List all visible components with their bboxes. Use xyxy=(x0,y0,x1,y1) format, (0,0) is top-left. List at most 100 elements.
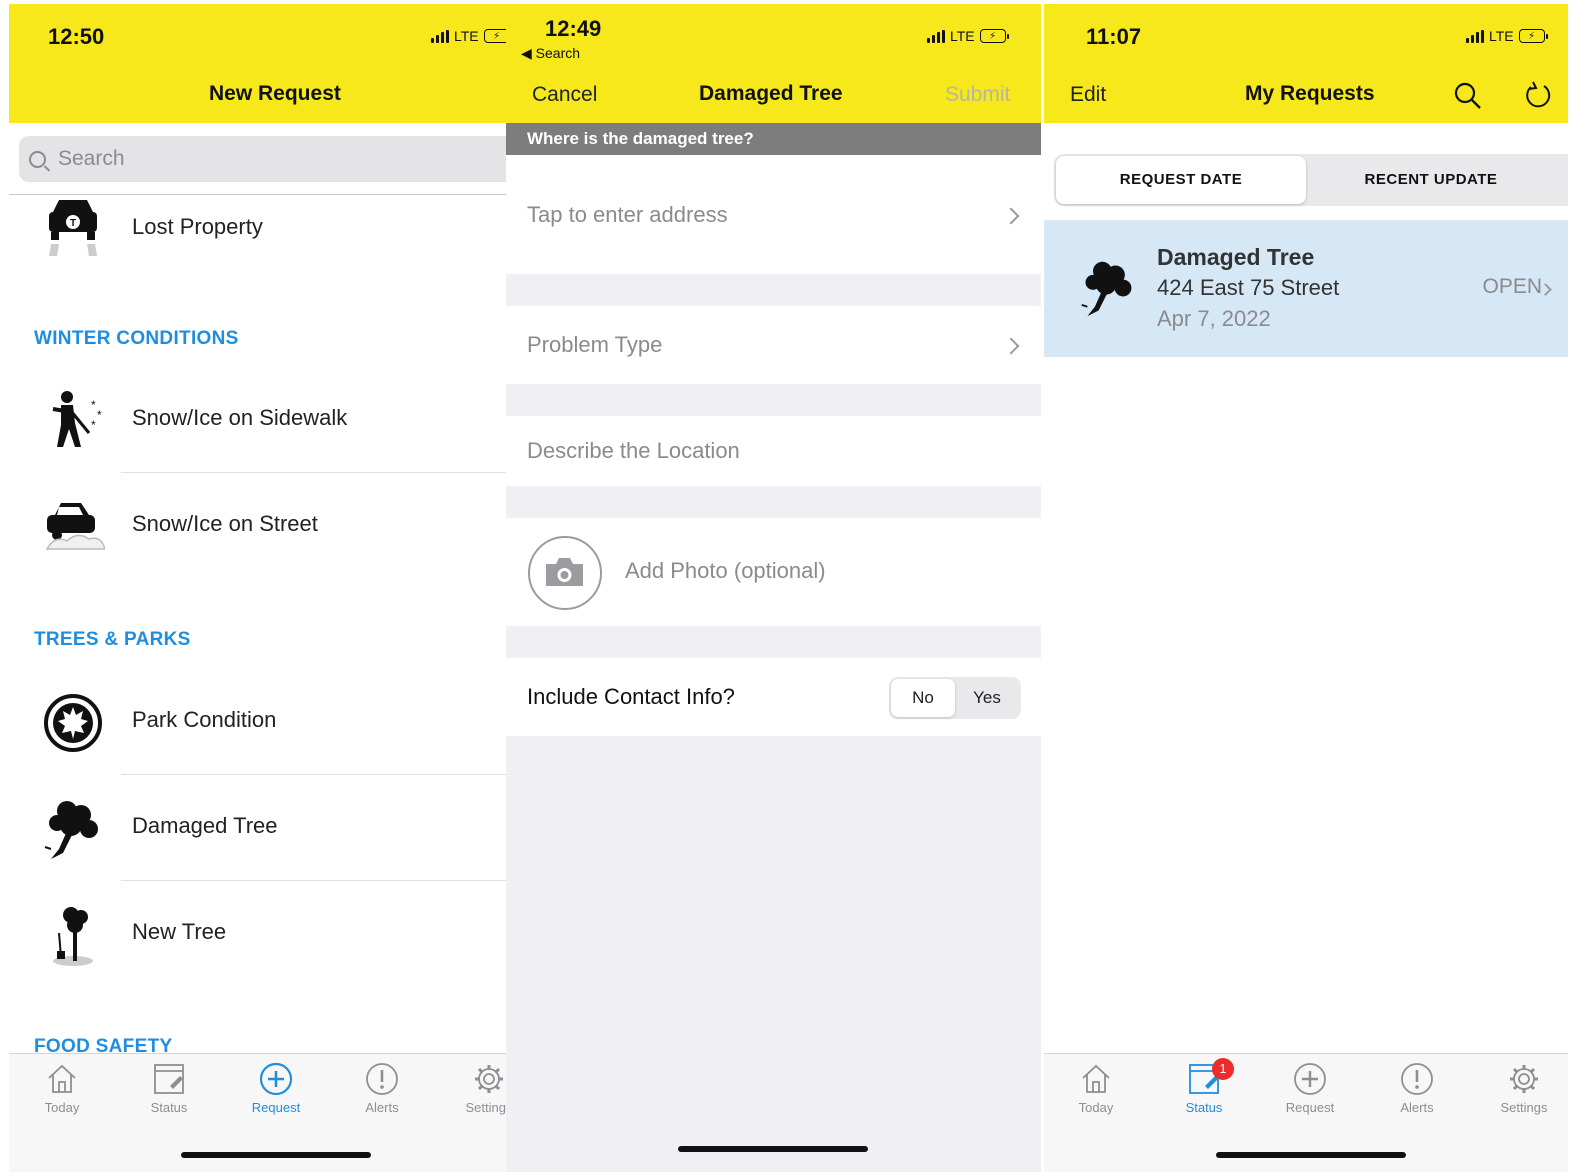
describe-location-field[interactable]: Describe the Location xyxy=(506,416,1041,486)
my-requests-screen: 11:07 LTE ⚡ Edit My Requests REQUEST DAT… xyxy=(1044,4,1568,1172)
battery-icon: ⚡ xyxy=(483,29,506,43)
gear-icon xyxy=(1510,1065,1538,1093)
nav-header: 12:49 ◀ Search LTE ⚡ Cancel Damaged Tree… xyxy=(506,4,1041,123)
parks-leaf-icon xyxy=(44,694,102,752)
damaged-tree-form-screen: 12:49 ◀ Search LTE ⚡ Cancel Damaged Tree… xyxy=(506,4,1041,1172)
alert-icon xyxy=(366,1063,398,1095)
svg-text:T: T xyxy=(70,218,76,229)
tab-request[interactable]: Request xyxy=(236,1062,316,1115)
contact-toggle[interactable]: No Yes xyxy=(889,677,1021,719)
tab-label: Request xyxy=(1285,1100,1335,1115)
svg-text:*: * xyxy=(91,398,96,412)
request-date: Apr 7, 2022 xyxy=(1157,306,1271,331)
list-item-lost-property[interactable]: T Lost Property xyxy=(9,172,506,278)
add-circle-icon xyxy=(259,1062,293,1096)
tab-label: Request xyxy=(251,1100,301,1115)
tab-label: Alerts xyxy=(1400,1100,1434,1115)
item-label: Snow/Ice on Street xyxy=(132,511,318,536)
battery-icon: ⚡ xyxy=(1518,29,1548,43)
back-to-search-link[interactable]: ◀ Search xyxy=(521,45,580,62)
contact-yes-option[interactable]: Yes xyxy=(955,679,1019,717)
search-placeholder: Search xyxy=(58,147,125,170)
camera-icon xyxy=(546,558,583,586)
tab-bar: Today Status Request Alerts Settings xyxy=(9,1053,506,1172)
notification-badge: 1 xyxy=(1212,1058,1234,1080)
shoveling-person-icon: * * * xyxy=(52,391,102,447)
status-indicators: LTE ⚡ xyxy=(1466,28,1548,44)
network-label: LTE xyxy=(1489,28,1514,44)
request-address: 424 East 75 Street xyxy=(1157,275,1340,300)
item-label: Park Condition xyxy=(132,707,277,732)
list-item-snow-sidewalk[interactable]: * * * Snow/Ice on Sidewalk xyxy=(9,367,506,473)
list-item-damaged-tree[interactable]: Damaged Tree xyxy=(9,775,506,881)
tab-today[interactable]: Today xyxy=(1056,1062,1136,1115)
signal-icon xyxy=(1466,29,1484,43)
status-time: 12:50 xyxy=(48,24,105,49)
add-photo-button[interactable]: Add Photo (optional) xyxy=(506,518,1041,626)
page-title: My Requests xyxy=(1245,82,1375,105)
request-row[interactable]: Damaged Tree 424 East 75 Street Apr 7, 2… xyxy=(1044,220,1568,357)
item-label: Lost Property xyxy=(132,214,263,239)
sort-segmented-control[interactable]: REQUEST DATE RECENT UPDATE xyxy=(1054,154,1568,206)
status-time: 11:07 xyxy=(1086,24,1142,49)
cancel-button[interactable]: Cancel xyxy=(532,83,597,107)
home-icon xyxy=(1082,1064,1110,1093)
nav-header: 11:07 LTE ⚡ Edit My Requests xyxy=(1044,4,1568,123)
page-title: Damaged Tree xyxy=(699,82,843,105)
address-field[interactable]: Tap to enter address xyxy=(506,155,1041,274)
add-photo-label: Add Photo (optional) xyxy=(625,558,826,583)
signal-icon xyxy=(927,29,945,43)
tab-alerts[interactable]: Alerts xyxy=(342,1062,422,1115)
add-circle-icon xyxy=(1294,1063,1326,1095)
contact-no-option[interactable]: No xyxy=(891,679,955,717)
sort-recent-update[interactable]: RECENT UPDATE xyxy=(1306,156,1556,204)
address-placeholder: Tap to enter address xyxy=(527,202,728,227)
tab-request[interactable]: Request xyxy=(1270,1062,1350,1115)
section-header-winter: WINTER CONDITIONS xyxy=(34,328,239,349)
describe-location-placeholder: Describe the Location xyxy=(527,438,740,463)
new-tree-icon xyxy=(53,907,93,966)
tab-label: Status xyxy=(1185,1100,1223,1115)
camera-button[interactable] xyxy=(528,536,602,610)
item-label: Snow/Ice on Sidewalk xyxy=(132,405,348,430)
tab-label: Today xyxy=(1078,1100,1114,1115)
taxi-icon: T xyxy=(49,200,97,256)
edit-button[interactable]: Edit xyxy=(1070,83,1106,107)
nav-header: 12:50 LTE ⚡ New Request xyxy=(9,4,506,123)
tab-status[interactable]: Status xyxy=(129,1062,209,1115)
refresh-icon[interactable] xyxy=(1522,79,1554,111)
chevron-right-icon xyxy=(1002,207,1020,225)
sort-request-date[interactable]: REQUEST DATE xyxy=(1056,156,1306,204)
search-icon[interactable] xyxy=(1453,81,1483,111)
damaged-tree-icon xyxy=(44,801,98,859)
damaged-tree-icon xyxy=(1081,261,1132,317)
tab-label: Settings xyxy=(1500,1100,1548,1115)
item-label: Damaged Tree xyxy=(132,813,278,838)
problem-type-label: Problem Type xyxy=(527,332,663,357)
page-title: New Request xyxy=(209,82,341,105)
tab-settings[interactable]: Settings xyxy=(1484,1062,1564,1115)
problem-type-field[interactable]: Problem Type xyxy=(506,306,1041,384)
chevron-right-icon xyxy=(1002,337,1020,355)
battery-icon: ⚡ xyxy=(979,29,1009,43)
contact-info-row: Include Contact Info? No Yes xyxy=(506,658,1041,736)
item-label: New Tree xyxy=(132,919,227,944)
tab-today[interactable]: Today xyxy=(22,1062,102,1115)
list-item-snow-street[interactable]: Snow/Ice on Street xyxy=(9,473,506,579)
tab-bar: Today Status 1 Request Alerts Settings xyxy=(1044,1053,1568,1172)
submit-button[interactable]: Submit xyxy=(945,83,1010,107)
list-item-new-tree[interactable]: New Tree xyxy=(9,881,506,987)
signal-icon xyxy=(431,29,449,43)
network-label: LTE xyxy=(454,28,479,44)
new-request-screen: 12:50 LTE ⚡ New Request Search T Lost Pr… xyxy=(9,4,506,1172)
tab-alerts[interactable]: Alerts xyxy=(1377,1062,1457,1115)
tab-settings[interactable]: Settings xyxy=(449,1062,506,1115)
tab-label: Status xyxy=(150,1100,188,1115)
car-in-snow-icon xyxy=(45,503,105,550)
tab-label: Today xyxy=(44,1100,80,1115)
home-indicator xyxy=(678,1146,868,1152)
status-time: 12:49 xyxy=(545,16,602,41)
tab-status[interactable]: Status 1 xyxy=(1164,1058,1244,1115)
list-item-park-condition[interactable]: Park Condition xyxy=(9,669,506,775)
status-indicators: LTE ⚡ xyxy=(431,28,506,44)
